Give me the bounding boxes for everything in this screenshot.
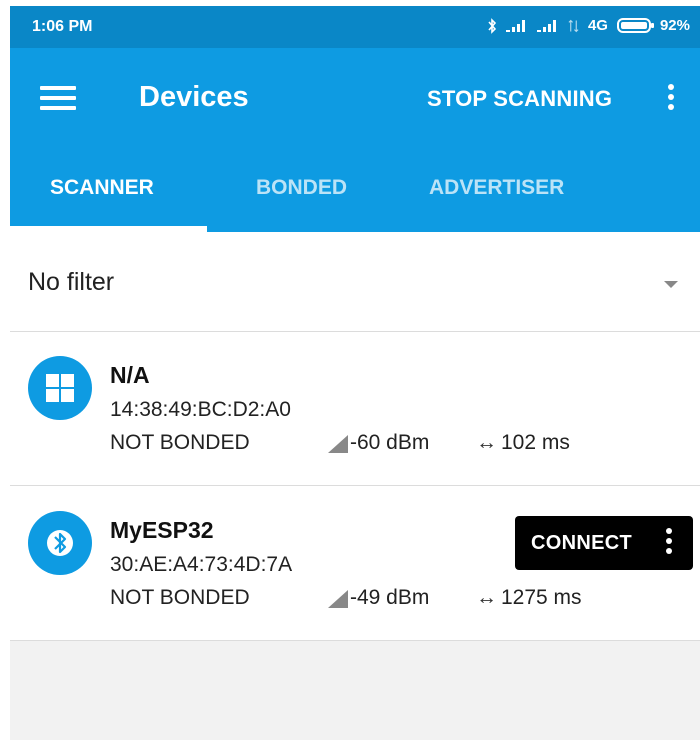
- device-address: 30:AE:A4:73:4D:7A: [110, 553, 293, 576]
- filter-label: No filter: [28, 268, 115, 296]
- connect-label: CONNECT: [531, 532, 632, 554]
- app-bar: Devices STOP SCANNING SCANNER BONDED ADV…: [10, 48, 700, 232]
- bluetooth-icon: [488, 17, 497, 34]
- interval-icon: ↔: [476, 586, 497, 609]
- network-type: 4G: [587, 17, 608, 34]
- tab-bar: SCANNER BONDED ADVERTISER: [10, 172, 700, 232]
- data-arrows-icon: [568, 19, 579, 32]
- rssi-value: -49 dBm: [328, 586, 429, 610]
- more-vert-icon[interactable]: [666, 528, 674, 558]
- bond-state: NOT BONDED: [110, 431, 250, 454]
- more-vert-icon[interactable]: [668, 84, 676, 112]
- rssi-text: -49 dBm: [350, 586, 430, 609]
- device-name: MyESP32: [110, 517, 214, 543]
- tab-bonded[interactable]: BONDED: [256, 176, 347, 232]
- dropdown-arrow-icon: [664, 281, 678, 288]
- rssi-text: -60 dBm: [350, 431, 430, 454]
- device-list-item[interactable]: MyESP32 30:AE:A4:73:4D:7A NOT BONDED -49…: [10, 487, 700, 641]
- interval-value: ↔ 1275 ms: [476, 586, 582, 610]
- device-avatar: [28, 356, 92, 420]
- battery-icon: [616, 18, 654, 33]
- rssi-icon: [328, 435, 348, 453]
- device-avatar: [28, 511, 92, 575]
- empty-list-area: [10, 641, 700, 740]
- interval-text: 1275 ms: [501, 586, 582, 609]
- battery-percent: 92%: [659, 17, 690, 34]
- interval-icon: ↔: [476, 431, 497, 454]
- signal-icon: [536, 19, 556, 32]
- menu-icon[interactable]: [40, 86, 76, 110]
- rssi-value: -60 dBm: [328, 431, 429, 455]
- device-name: N/A: [110, 362, 150, 388]
- tab-advertiser[interactable]: ADVERTISER: [429, 176, 564, 232]
- status-icons: 4G 92%: [487, 17, 690, 34]
- interval-text: 102 ms: [501, 431, 570, 454]
- status-time: 1:06 PM: [32, 18, 93, 35]
- bond-state: NOT BONDED: [110, 586, 250, 609]
- signal-icon: [505, 19, 525, 32]
- filter-dropdown[interactable]: No filter: [10, 232, 700, 332]
- stop-scanning-button[interactable]: STOP SCANNING: [427, 86, 612, 112]
- tab-scanner[interactable]: SCANNER: [50, 176, 154, 232]
- status-bar: 1:06 PM 4G 92%: [10, 6, 700, 48]
- interval-value: ↔ 102 ms: [476, 431, 570, 455]
- device-address: 14:38:49:BC:D2:A0: [110, 398, 291, 421]
- rssi-icon: [328, 590, 348, 608]
- bluetooth-icon: [47, 530, 73, 556]
- device-list-item[interactable]: N/A 14:38:49:BC:D2:A0 NOT BONDED -60 dBm…: [10, 332, 700, 486]
- windows-icon: [46, 374, 74, 402]
- connect-button[interactable]: CONNECT: [515, 516, 693, 570]
- page-title: Devices: [139, 81, 249, 113]
